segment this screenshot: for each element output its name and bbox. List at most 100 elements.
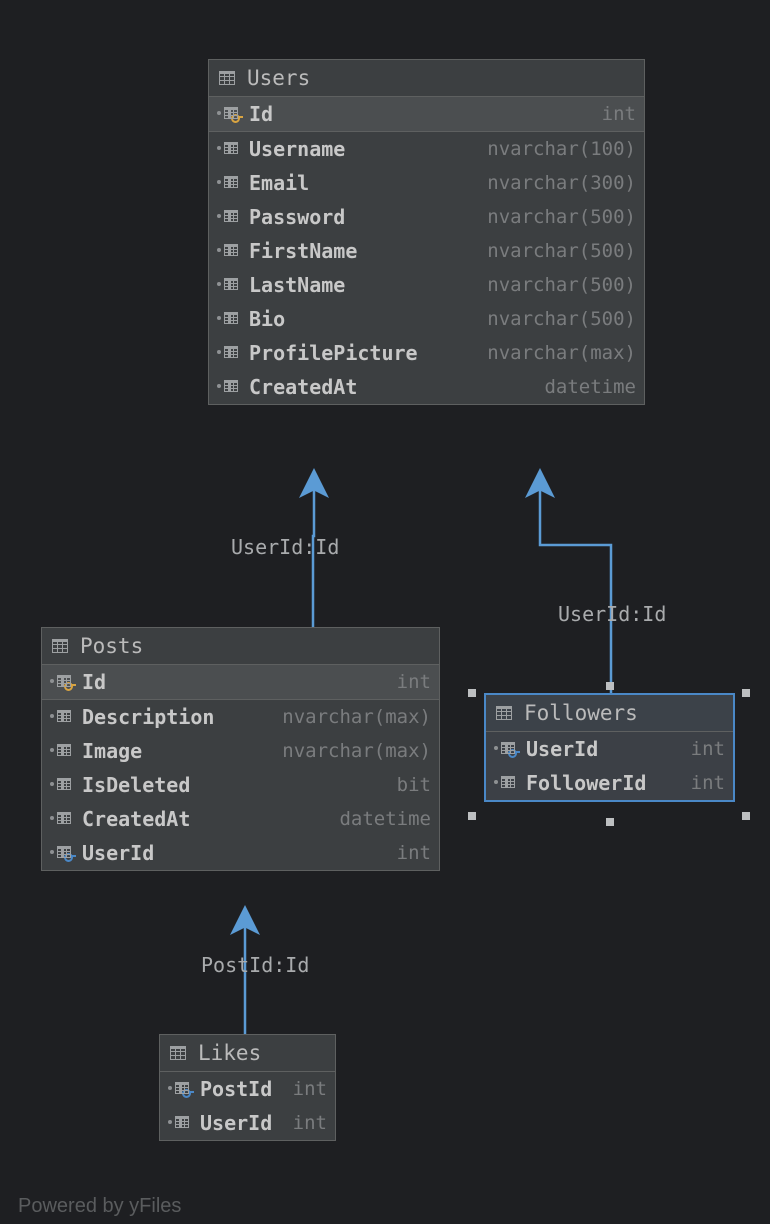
column-row[interactable]: LastName nvarchar(500): [209, 268, 644, 302]
table-users[interactable]: Users Id int Username nvarchar(100) Emai…: [208, 59, 645, 405]
selection-handle[interactable]: [606, 682, 614, 690]
table-icon: [168, 1044, 190, 1062]
column-name: UserId: [200, 1111, 272, 1135]
powered-by-label: Powered by yFiles: [18, 1195, 181, 1218]
column-type: int: [602, 103, 636, 125]
column-name: IsDeleted: [82, 773, 190, 797]
column-type: datetime: [544, 376, 636, 398]
table-likes[interactable]: Likes PostId int UserId int: [159, 1034, 336, 1141]
column-row[interactable]: Email nvarchar(300): [209, 166, 644, 200]
column-row[interactable]: Description nvarchar(max): [42, 700, 439, 734]
column-row[interactable]: Image nvarchar(max): [42, 734, 439, 768]
column-row[interactable]: UserId int: [160, 1106, 335, 1140]
column-type: nvarchar(100): [487, 138, 636, 160]
table-header-posts[interactable]: Posts: [42, 628, 439, 665]
column-type: nvarchar(max): [487, 342, 636, 364]
column-row[interactable]: Id int: [42, 665, 439, 700]
column-icon: [217, 276, 243, 294]
column-icon: [217, 310, 243, 328]
column-icon: [217, 140, 243, 158]
column-row[interactable]: FollowerId int: [486, 766, 733, 800]
column-icon: [50, 673, 76, 691]
selection-handle[interactable]: [606, 818, 614, 826]
column-row[interactable]: Id int: [209, 97, 644, 132]
table-title: Posts: [80, 634, 143, 658]
table-header-likes[interactable]: Likes: [160, 1035, 335, 1072]
column-icon: [168, 1114, 194, 1132]
pk-key-icon: [231, 112, 243, 122]
edge-label-posts-users: UserId:Id: [231, 535, 339, 559]
column-name: LastName: [249, 273, 345, 297]
fk-key-icon: [64, 851, 76, 861]
column-name: CreatedAt: [82, 807, 190, 831]
column-icon: [50, 742, 76, 760]
column-row[interactable]: ProfilePicture nvarchar(max): [209, 336, 644, 370]
column-type: int: [691, 738, 725, 760]
column-name: UserId: [526, 737, 598, 761]
column-type: nvarchar(500): [487, 206, 636, 228]
column-name: Id: [82, 670, 106, 694]
table-posts[interactable]: Posts Id int Description nvarchar(max) I…: [41, 627, 440, 871]
column-icon: [217, 208, 243, 226]
edge-followers-users: [540, 483, 611, 693]
edge-label-followers-users: UserId:Id: [558, 602, 666, 626]
column-name: Bio: [249, 307, 285, 331]
column-icon: [168, 1080, 194, 1098]
fk-key-icon: [182, 1087, 194, 1097]
column-name: CreatedAt: [249, 375, 357, 399]
column-row[interactable]: PostId int: [160, 1072, 335, 1106]
table-icon: [217, 69, 239, 87]
column-name: Email: [249, 171, 309, 195]
table-header-users[interactable]: Users: [209, 60, 644, 97]
column-name: PostId: [200, 1077, 272, 1101]
column-row[interactable]: CreatedAt datetime: [209, 370, 644, 404]
column-icon: [50, 810, 76, 828]
column-icon: [494, 740, 520, 758]
column-row[interactable]: CreatedAt datetime: [42, 802, 439, 836]
column-icon: [217, 378, 243, 396]
column-type: bit: [397, 774, 431, 796]
column-type: int: [293, 1078, 327, 1100]
column-row[interactable]: Username nvarchar(100): [209, 132, 644, 166]
table-header-followers[interactable]: Followers: [486, 695, 733, 732]
selection-handle[interactable]: [742, 812, 750, 820]
column-name: FirstName: [249, 239, 357, 263]
column-icon: [217, 105, 243, 123]
column-name: Id: [249, 102, 273, 126]
column-row[interactable]: Password nvarchar(500): [209, 200, 644, 234]
selection-handle[interactable]: [742, 689, 750, 697]
column-icon: [217, 344, 243, 362]
table-icon: [494, 704, 516, 722]
column-name: FollowerId: [526, 771, 646, 795]
column-row[interactable]: Bio nvarchar(500): [209, 302, 644, 336]
column-type: nvarchar(300): [487, 172, 636, 194]
column-row[interactable]: UserId int: [486, 732, 733, 766]
column-icon: [50, 844, 76, 862]
column-icon: [50, 776, 76, 794]
column-type: int: [397, 671, 431, 693]
column-name: ProfilePicture: [249, 341, 418, 365]
selection-handle[interactable]: [468, 812, 476, 820]
column-row[interactable]: FirstName nvarchar(500): [209, 234, 644, 268]
column-name: Password: [249, 205, 345, 229]
table-title: Likes: [198, 1041, 261, 1065]
table-followers[interactable]: Followers UserId int FollowerId int: [484, 693, 735, 802]
column-type: nvarchar(500): [487, 274, 636, 296]
selection-handle[interactable]: [468, 689, 476, 697]
table-title: Users: [247, 66, 310, 90]
column-type: nvarchar(max): [282, 706, 431, 728]
column-type: int: [691, 772, 725, 794]
column-row[interactable]: UserId int: [42, 836, 439, 870]
column-row[interactable]: IsDeleted bit: [42, 768, 439, 802]
column-name: Image: [82, 739, 142, 763]
column-icon: [494, 774, 520, 792]
column-type: nvarchar(max): [282, 740, 431, 762]
column-name: UserId: [82, 841, 154, 865]
table-title: Followers: [524, 701, 638, 725]
diagram-canvas[interactable]: UserId:Id UserId:Id PostId:Id Users Id i…: [0, 0, 770, 1224]
column-name: Description: [82, 705, 214, 729]
column-type: nvarchar(500): [487, 240, 636, 262]
column-type: datetime: [339, 808, 431, 830]
fk-key-icon: [508, 747, 520, 757]
column-icon: [217, 174, 243, 192]
